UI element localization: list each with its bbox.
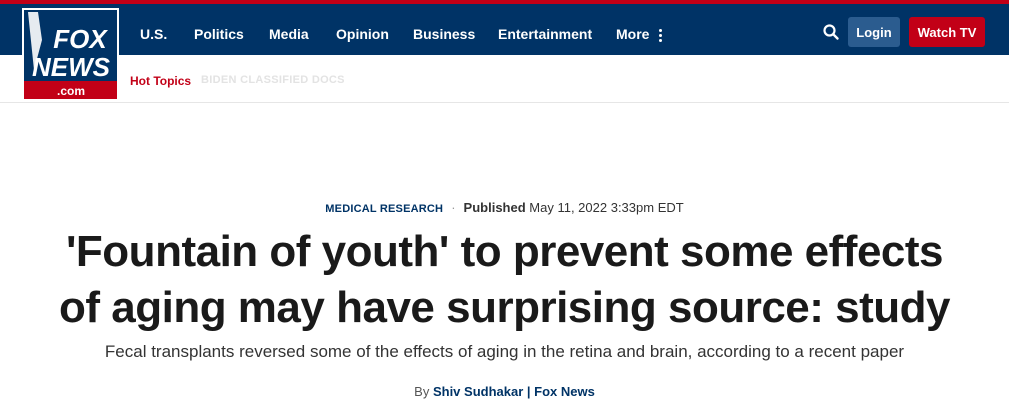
outlet-link[interactable]: Fox News (534, 384, 595, 399)
nav-item-politics[interactable]: Politics (194, 26, 244, 42)
fox-news-logo[interactable]: FOX NEWS .com (22, 8, 119, 101)
author-link[interactable]: Shiv Sudhakar (433, 384, 523, 399)
logo-com-text: .com (57, 84, 85, 98)
nav-item-opinion[interactable]: Opinion (336, 26, 389, 42)
main-navbar: U.S. Politics Media Opinion Business Ent… (0, 4, 1009, 55)
published-label: Published (463, 200, 526, 215)
logo-fox-text: FOX (53, 24, 108, 54)
article-meta: MEDICAL RESEARCH · Published May 11, 2022 … (0, 200, 1009, 215)
article-headline: 'Fountain of youth' to prevent some effe… (30, 224, 979, 336)
hot-topics-label: Hot Topics (130, 74, 192, 88)
headline-line-1: 'Fountain of youth' to prevent some effe… (65, 227, 944, 276)
nav-item-us[interactable]: U.S. (140, 26, 167, 42)
hot-topics-bar: Hot Topics BIDEN CLASSIFIED DOCS (0, 55, 1009, 103)
headline-line-2: of aging may have surprising source: stu… (59, 283, 951, 332)
watch-tv-button[interactable]: Watch TV (909, 17, 985, 47)
byline: By Shiv Sudhakar | Fox News (0, 384, 1009, 399)
nav-item-more[interactable]: More (616, 26, 649, 42)
byline-separator: | (526, 384, 531, 399)
article-subheadline: Fecal transplants reversed some of the e… (104, 342, 905, 361)
published-date: May 11, 2022 3:33pm EDT (529, 200, 684, 215)
more-dots-icon[interactable] (659, 29, 663, 44)
category-link[interactable]: MEDICAL RESEARCH (325, 203, 443, 215)
login-button[interactable]: Login (848, 17, 900, 47)
hot-topic-link[interactable]: BIDEN CLASSIFIED DOCS (201, 74, 345, 86)
search-icon[interactable] (822, 23, 840, 41)
nav-item-media[interactable]: Media (269, 26, 309, 42)
meta-separator-dot: · (451, 200, 456, 215)
nav-item-entertainment[interactable]: Entertainment (498, 26, 592, 42)
byline-prefix: By (414, 384, 430, 399)
nav-item-business[interactable]: Business (413, 26, 475, 42)
logo-news-text: NEWS (32, 52, 111, 82)
